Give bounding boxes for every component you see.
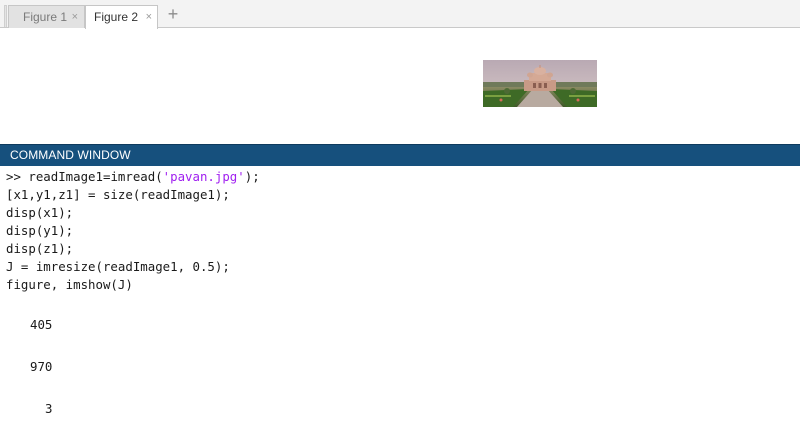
figure-canvas	[0, 28, 800, 144]
tab-label: Figure 1	[23, 10, 68, 24]
output-value: 970	[30, 359, 53, 374]
output-value: 405	[30, 317, 53, 332]
command-line: [x1,y1,z1] = size(readImage1);	[6, 187, 230, 202]
prompt: >>	[6, 169, 21, 184]
tab-scroll-edge	[4, 5, 7, 27]
displayed-photo-image	[483, 60, 597, 107]
close-icon[interactable]: ×	[72, 6, 78, 28]
tab-label: Figure 2	[94, 10, 139, 24]
add-tab-plus-icon[interactable]: +	[165, 4, 181, 24]
command-line: J = imresize(readImage1, 0.5);	[6, 259, 230, 274]
figure-tab-bar: Figure 1 × Figure 2 × +	[0, 0, 800, 29]
code-text: );	[244, 169, 260, 184]
matlab-window: Figure 1 × Figure 2 × + COMMAND WINDOW >…	[0, 0, 800, 432]
tab-figure-2[interactable]: Figure 2 ×	[85, 5, 158, 29]
output-value: 3	[45, 401, 53, 416]
command-line: disp(y1);	[6, 223, 74, 238]
command-line: >> readImage1=imread('pavan.jpg');	[6, 168, 260, 186]
command-line: disp(z1);	[6, 241, 74, 256]
string-literal: 'pavan.jpg'	[162, 169, 245, 184]
command-line: disp(x1);	[6, 205, 74, 220]
command-window-title: COMMAND WINDOW	[0, 144, 800, 166]
command-line: figure, imshow(J)	[6, 277, 133, 292]
code-text: readImage1=imread(	[20, 169, 163, 184]
tab-figure-1[interactable]: Figure 1 ×	[8, 5, 85, 28]
close-icon[interactable]: ×	[146, 6, 152, 28]
command-window-body[interactable]: >> readImage1=imread('pavan.jpg'); [x1,y…	[0, 166, 800, 432]
